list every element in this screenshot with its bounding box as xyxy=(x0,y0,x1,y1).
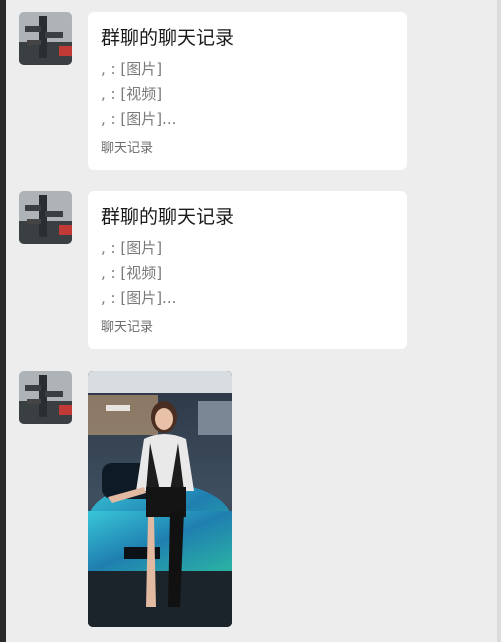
avatar-photo-icon xyxy=(19,191,72,244)
avatar-photo-icon xyxy=(19,12,72,65)
chat-record-card[interactable]: 群聊的聊天记录 , : [图片] , : [视频] , : [图片]... 聊天… xyxy=(88,12,407,170)
chat-record-line: , : [图片]... xyxy=(101,110,177,128)
avatar[interactable] xyxy=(19,371,72,424)
right-scroll-track[interactable] xyxy=(497,0,501,642)
photo-car-show-icon xyxy=(88,371,232,627)
chat-record-line: , : [视频] xyxy=(101,85,163,103)
avatar[interactable] xyxy=(19,12,72,65)
chat-record-title: 群聊的聊天记录 xyxy=(101,27,235,49)
image-message[interactable] xyxy=(88,371,232,627)
left-edge-divider xyxy=(0,0,6,642)
chat-record-line: , : [视频] xyxy=(101,264,163,282)
avatar-photo-icon xyxy=(19,371,72,424)
chat-record-footer: 聊天记录 xyxy=(101,320,154,335)
chat-record-line: , : [图片] xyxy=(101,60,163,78)
chat-record-title: 群聊的聊天记录 xyxy=(101,206,235,228)
chat-record-card[interactable]: 群聊的聊天记录 , : [图片] , : [视频] , : [图片]... 聊天… xyxy=(88,191,407,349)
chat-record-line: , : [图片] xyxy=(101,239,163,257)
chat-record-line: , : [图片]... xyxy=(101,289,177,307)
avatar[interactable] xyxy=(19,191,72,244)
chat-record-footer: 聊天记录 xyxy=(101,141,154,156)
